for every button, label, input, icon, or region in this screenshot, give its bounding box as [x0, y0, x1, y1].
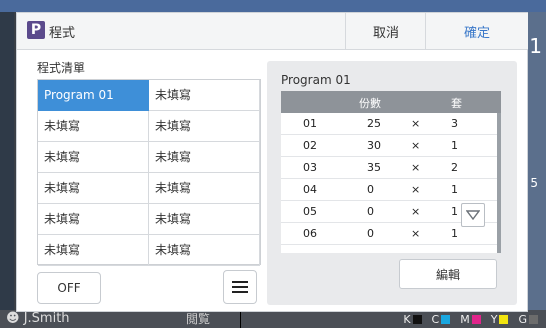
- row-times: ×: [411, 205, 421, 218]
- row-number: 04: [303, 183, 317, 196]
- program-list-item[interactable]: 未填寫: [149, 111, 260, 142]
- menu-icon: [232, 281, 248, 293]
- program-list-item[interactable]: 未填寫: [38, 204, 149, 235]
- row-sets: 1: [451, 183, 458, 196]
- ink-indicator: C: [432, 313, 451, 326]
- cancel-button[interactable]: 取消: [345, 13, 426, 49]
- program-list-item[interactable]: 未填寫: [149, 142, 260, 173]
- user-icon: ☻: [6, 311, 20, 326]
- row-copies: 35: [367, 161, 381, 174]
- background-glyph-2: 5: [530, 176, 538, 190]
- row-sets: 2: [451, 161, 458, 174]
- header-copies: 份數: [359, 97, 381, 110]
- row-times: ×: [411, 183, 421, 196]
- program-detail-title: Program 01: [281, 73, 351, 87]
- row-times: ×: [411, 161, 421, 174]
- background-header: [0, 0, 546, 12]
- program-dialog: P 程式 取消 確定 程式清單 Program 01 未填寫 未填寫 未填寫 未填寫 未填…: [16, 12, 528, 312]
- program-list-item[interactable]: Program 01: [38, 80, 149, 111]
- row-copies: 0: [367, 227, 374, 240]
- table-row: 04 0 × 1: [281, 179, 501, 201]
- row-number: 06: [303, 227, 317, 240]
- row-number: 01: [303, 117, 317, 130]
- program-list-item[interactable]: 未填寫: [38, 173, 149, 204]
- confirm-button[interactable]: 確定: [425, 13, 528, 49]
- program-list-item[interactable]: 未填寫: [38, 111, 149, 142]
- dialog-titlebar: P 程式 取消 確定: [17, 13, 528, 50]
- ink-indicator: G: [518, 313, 538, 326]
- status-text: 閲覧: [186, 312, 211, 326]
- menu-button[interactable]: [223, 270, 257, 304]
- ink-label: Y: [490, 312, 498, 326]
- table-row: 02 30 × 1: [281, 135, 501, 157]
- table-header: 份數 套: [281, 91, 501, 113]
- ink-indicator: Y: [491, 313, 509, 326]
- program-list-item[interactable]: 未填寫: [149, 204, 260, 235]
- row-copies: 0: [367, 205, 374, 218]
- ink-indicator: K: [403, 312, 422, 326]
- background-left-edge: [0, 12, 14, 312]
- row-number: 05: [303, 205, 317, 218]
- row-number: 02: [303, 139, 317, 152]
- program-list-grid: Program 01 未填寫 未填寫 未填寫 未填寫 未填寫 未填寫 未填寫 未填寫 未填寫 未填寫…: [37, 79, 261, 266]
- row-times: ×: [411, 139, 421, 152]
- ink-label: M: [460, 312, 470, 326]
- off-button[interactable]: OFF: [37, 272, 101, 304]
- callout-line: [240, 312, 241, 328]
- row-times: ×: [411, 117, 421, 130]
- user-label: ☻ J.Smith: [6, 311, 70, 326]
- edit-button[interactable]: 編輯: [399, 259, 497, 289]
- row-sets: 1: [451, 227, 458, 240]
- background-status-bar: ☻ J.Smith 閲覧 K C M Y G: [0, 310, 546, 328]
- ink-indicator: M: [460, 313, 481, 326]
- background-glyph: 1: [529, 34, 542, 58]
- ink-swatch: [499, 315, 509, 324]
- ink-swatch: [471, 315, 481, 324]
- program-list-label: 程式清單: [37, 61, 86, 75]
- row-copies: 25: [367, 117, 381, 130]
- program-list-item[interactable]: 未填寫: [38, 235, 149, 266]
- program-detail-panel: Program 01 份數 套 01 25 × 3 02 30 × 1 03 35 × 2 04 0 × 1 0…: [267, 61, 517, 305]
- row-copies: 30: [367, 139, 381, 152]
- row-sets: 1: [451, 139, 458, 152]
- program-icon: P: [27, 21, 45, 39]
- ink-swatch: [529, 315, 538, 324]
- program-list-item[interactable]: 未填寫: [149, 235, 260, 266]
- row-number: 03: [303, 161, 317, 174]
- row-copies: 0: [367, 183, 374, 196]
- row-times: ×: [411, 227, 421, 240]
- row-sets: 1: [451, 205, 458, 218]
- program-list-item[interactable]: 未填寫: [149, 173, 260, 204]
- row-sets: 3: [451, 117, 458, 130]
- ink-label: K: [403, 312, 411, 326]
- triangle-down-icon: [466, 210, 480, 220]
- table-scrollbar[interactable]: [497, 113, 501, 253]
- ink-levels: KCMYG: [403, 312, 538, 326]
- table-row: 03 35 × 2: [281, 157, 501, 179]
- ink-label: C: [431, 312, 440, 326]
- ink-swatch: [441, 315, 451, 324]
- ink-swatch: [412, 315, 422, 324]
- header-sets: 套: [451, 97, 462, 110]
- program-list-item[interactable]: 未填寫: [149, 80, 260, 111]
- program-detail-table: 份數 套 01 25 × 3 02 30 × 1 03 35 × 2 04 0 × 1 05 0 × 1 06 0 × 1: [281, 91, 501, 253]
- table-row: 01 25 × 3: [281, 113, 501, 135]
- ink-label: G: [518, 312, 527, 326]
- scroll-down-button[interactable]: [461, 203, 485, 227]
- dialog-title: 程式: [49, 26, 76, 41]
- program-list-item[interactable]: 未填寫: [38, 142, 149, 173]
